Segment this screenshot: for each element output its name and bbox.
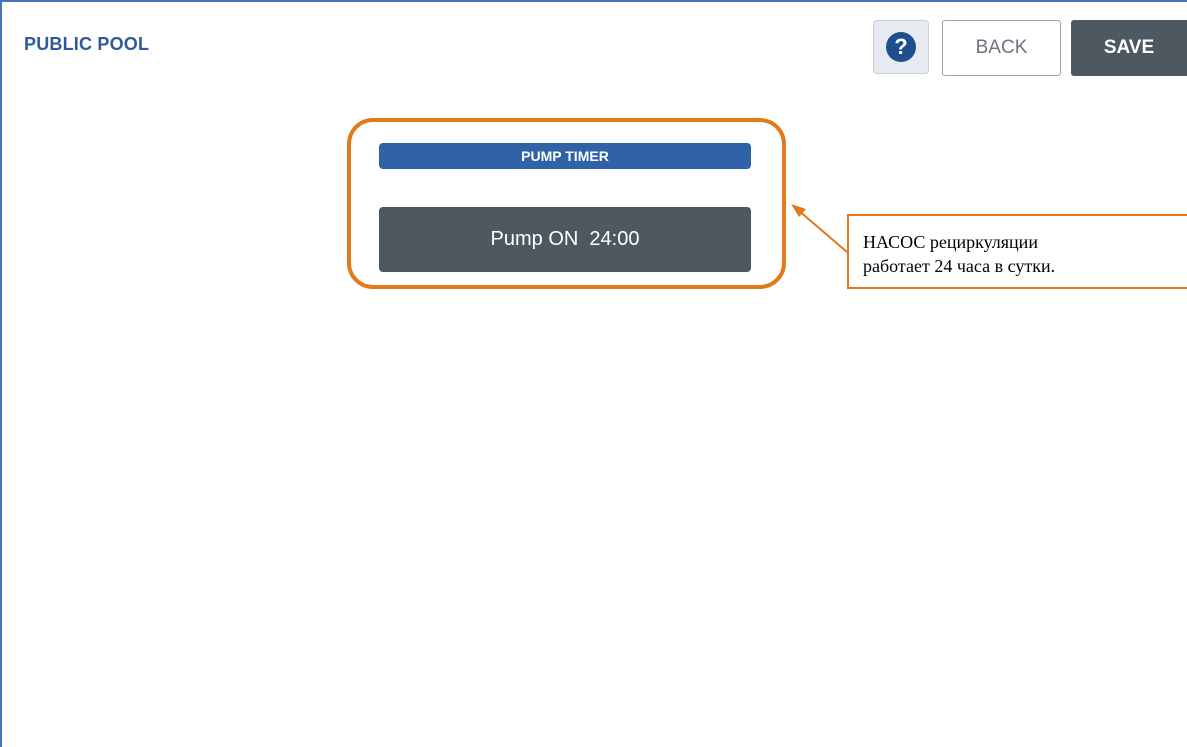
callout-arrow — [791, 204, 848, 253]
callout-line-1: НАСОС рециркуляции — [863, 232, 1038, 252]
callout-note: НАСОС рециркуляции работает 24 часа в су… — [847, 214, 1187, 289]
callout-line-2: работает 24 часа в сутки. — [863, 256, 1056, 276]
